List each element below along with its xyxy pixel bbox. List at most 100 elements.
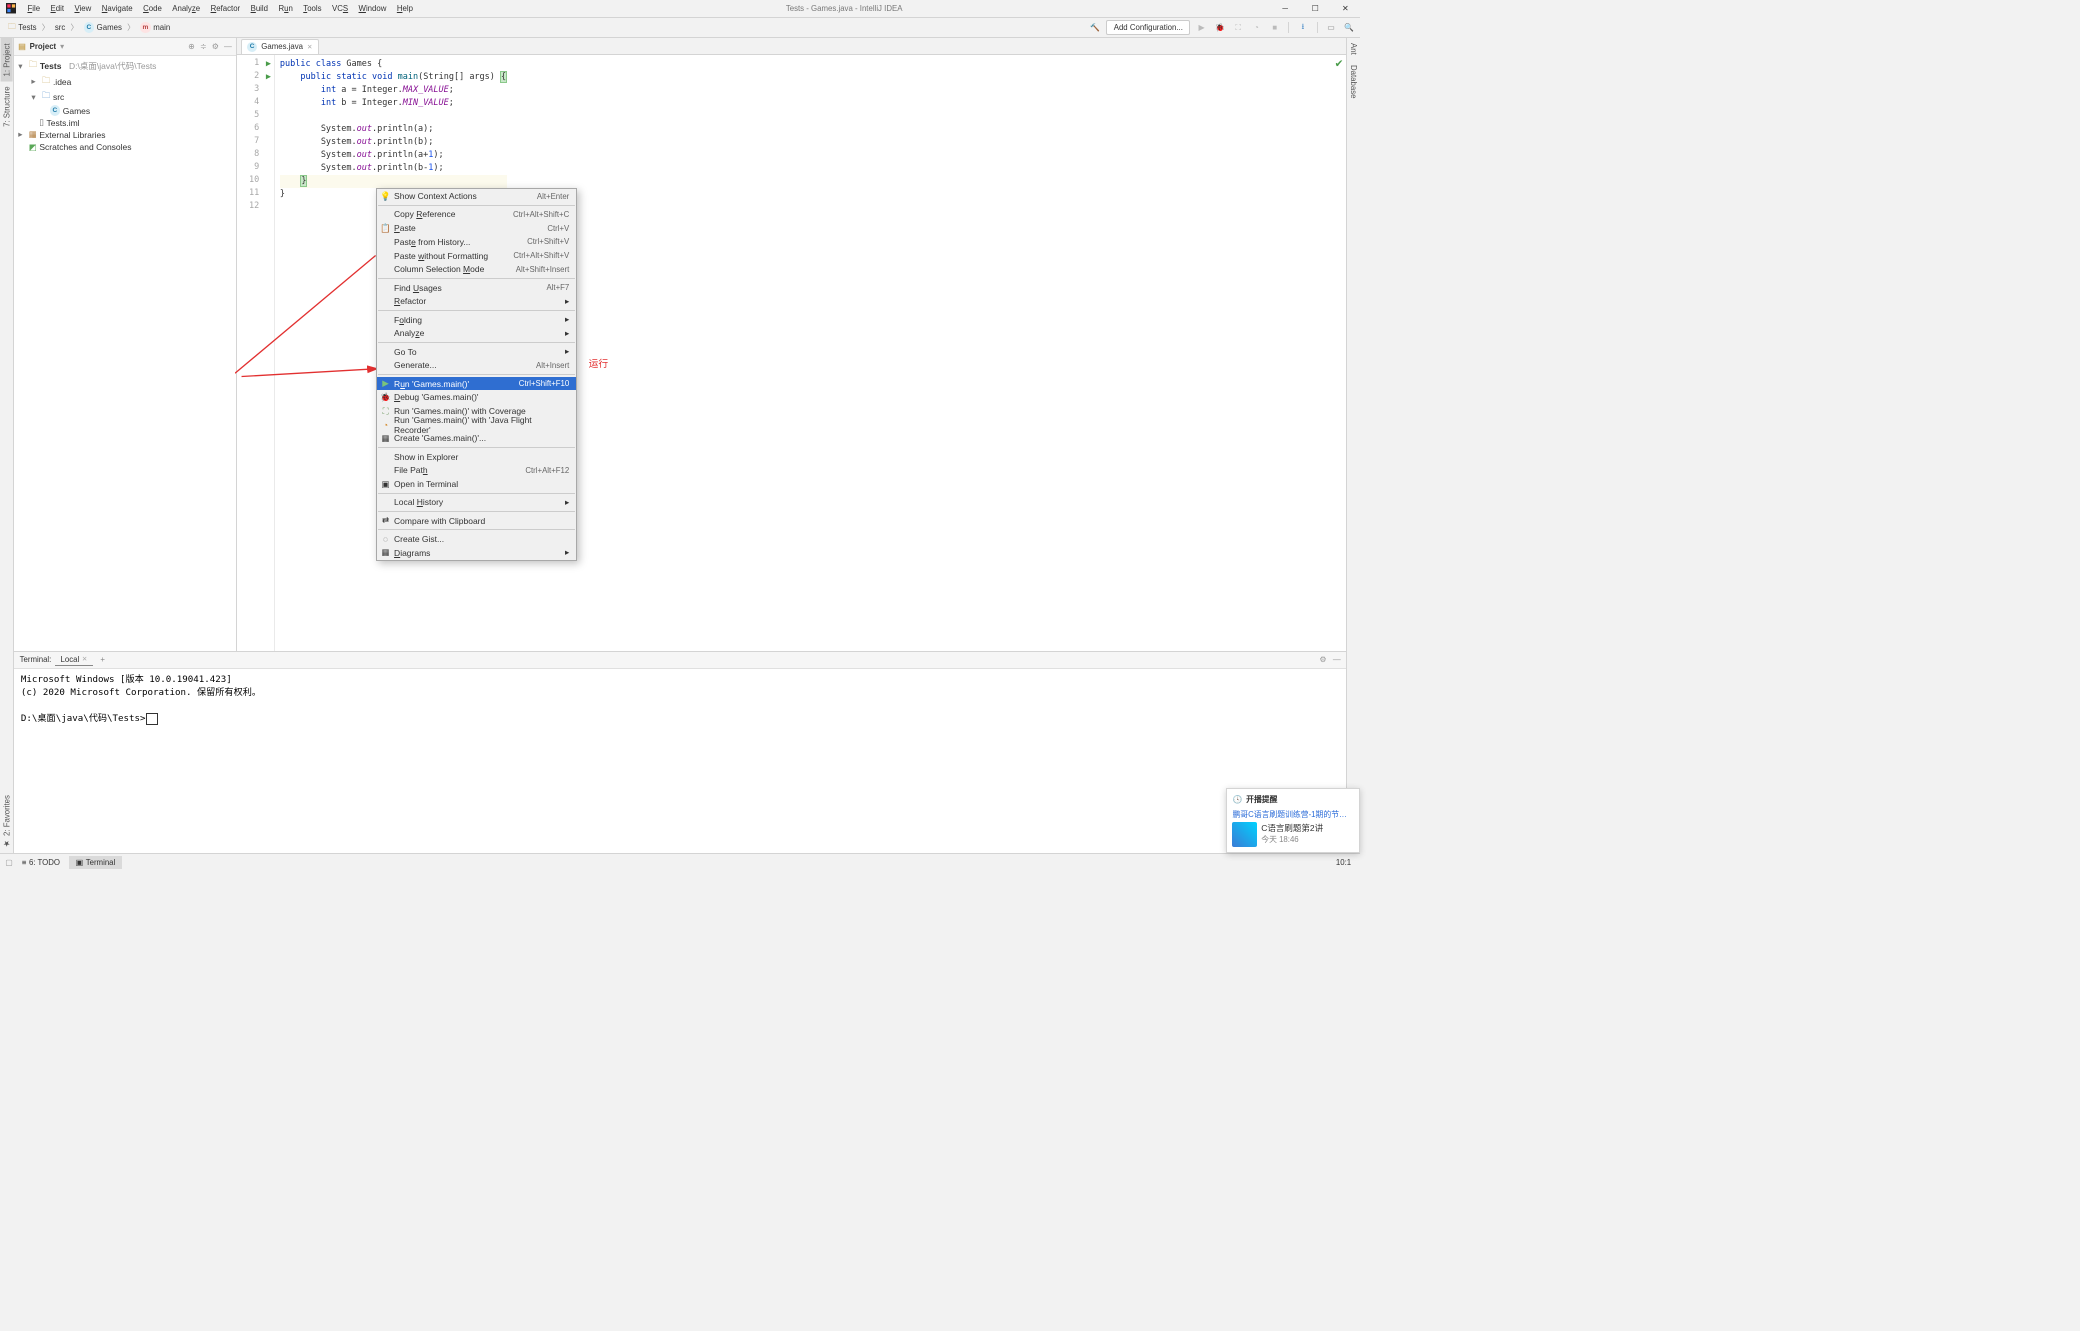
- run-gutter-icon[interactable]: ▶: [266, 59, 271, 69]
- stop-button[interactable]: ■: [1268, 20, 1282, 34]
- rail-project[interactable]: 1: Project: [1, 38, 13, 82]
- project-panel-header: ▤Project ▾ ⊕ ≑ ⚙ —: [14, 38, 235, 56]
- main-area: 1: Project 7: Structure ★ 2: Favorites ▤…: [0, 38, 1360, 854]
- target-icon[interactable]: ⊕: [188, 42, 195, 51]
- cm-find-usages[interactable]: Find UsagesAlt+F7: [377, 281, 576, 295]
- menu-code[interactable]: Code: [138, 2, 167, 16]
- cm-copy-reference[interactable]: Copy ReferenceCtrl+Alt+Shift+C: [377, 208, 576, 222]
- menu-view[interactable]: View: [69, 2, 96, 16]
- toast-title: C语言刷题第2讲: [1261, 822, 1323, 834]
- cm-debug[interactable]: 🐞Debug 'Games.main()': [377, 390, 576, 404]
- crumb-src[interactable]: src: [51, 22, 69, 34]
- cm-analyze[interactable]: Analyze▸: [377, 326, 576, 340]
- crumb-class[interactable]: CGames: [80, 21, 126, 34]
- vcs-button[interactable]: ⭳: [1296, 20, 1310, 34]
- ide-settings-icon[interactable]: ▭: [1324, 20, 1338, 34]
- tree-scratch[interactable]: ◩Scratches and Consoles: [14, 141, 235, 153]
- menu-build[interactable]: Build: [245, 2, 273, 16]
- hide-icon[interactable]: —: [224, 42, 232, 51]
- tree-iml[interactable]: ▯Tests.iml: [14, 116, 235, 128]
- cm-file-path[interactable]: File PathCtrl+Alt+F12: [377, 464, 576, 478]
- cm-show-explorer[interactable]: Show in Explorer: [377, 450, 576, 464]
- cm-refactor[interactable]: Refactor▸: [377, 294, 576, 308]
- tree-games-class[interactable]: CGames: [14, 105, 235, 117]
- menu-vcs[interactable]: VCS: [327, 2, 354, 16]
- menu-window[interactable]: Window: [353, 2, 391, 16]
- gear-icon[interactable]: ⚙: [1319, 655, 1326, 664]
- tree-ext-lib[interactable]: ▸▦External Libraries: [14, 129, 235, 141]
- cm-local-history[interactable]: Local History▸: [377, 496, 576, 510]
- rail-structure[interactable]: 7: Structure: [1, 81, 13, 132]
- menu-run[interactable]: Run: [273, 2, 298, 16]
- terminal-tab-local[interactable]: Local✕: [55, 653, 92, 666]
- settings-icon[interactable]: ⚙: [212, 42, 219, 51]
- rail-ant[interactable]: Ant: [1348, 38, 1360, 60]
- maximize-button[interactable]: ☐: [1300, 0, 1330, 18]
- rail-favorites[interactable]: ★ 2: Favorites: [1, 790, 13, 853]
- coverage-button[interactable]: ⛶: [1231, 20, 1245, 34]
- project-tree[interactable]: ▾🗀Tests D:\桌面\java\代码\Tests ▸🗀.idea ▾🗀sr…: [14, 56, 235, 156]
- add-configuration-dropdown[interactable]: Add Configuration...: [1106, 20, 1190, 36]
- close-tab-icon[interactable]: ✕: [307, 43, 312, 51]
- tool-window-icon[interactable]: ▢: [5, 858, 12, 867]
- debug-button[interactable]: 🐞: [1213, 20, 1227, 34]
- editor-tab-label: Games.java: [261, 42, 303, 51]
- collapse-icon[interactable]: ≑: [200, 42, 207, 51]
- cm-paste[interactable]: 📋PasteCtrl+V: [377, 221, 576, 235]
- paste-icon: 📋: [380, 223, 390, 234]
- profile-button[interactable]: ◔: [1249, 20, 1263, 34]
- cm-paste-plain[interactable]: Paste without FormattingCtrl+Alt+Shift+V: [377, 249, 576, 263]
- tree-idea[interactable]: ▸🗀.idea: [14, 74, 235, 89]
- menu-navigate[interactable]: Navigate: [97, 2, 138, 16]
- run-gutter-icon[interactable]: ▶: [266, 72, 271, 82]
- cm-create-config[interactable]: ▦Create 'Games.main()'...: [377, 432, 576, 446]
- cm-run[interactable]: ▶Run 'Games.main()'Ctrl+Shift+F10: [377, 377, 576, 391]
- cm-jfr[interactable]: ◔Run 'Games.main()' with 'Java Flight Re…: [377, 418, 576, 432]
- cm-compare-clipboard[interactable]: ⇄Compare with Clipboard: [377, 514, 576, 528]
- diff-icon: ⇄: [380, 515, 390, 526]
- terminal-output[interactable]: Microsoft Windows [版本 10.0.19041.423] (c…: [14, 669, 1346, 854]
- editor-tabs: C Games.java ✕: [237, 38, 1346, 55]
- cm-diagrams[interactable]: ▦Diagrams▸: [377, 546, 576, 560]
- run-button[interactable]: ▶: [1194, 20, 1208, 34]
- inspection-ok-icon: ✔: [1335, 58, 1344, 70]
- search-everywhere-icon[interactable]: 🔍: [1342, 20, 1356, 34]
- tree-root[interactable]: ▾🗀Tests D:\桌面\java\代码\Tests: [14, 59, 235, 74]
- menu-file[interactable]: File: [22, 2, 45, 16]
- cm-folding[interactable]: Folding▸: [377, 313, 576, 327]
- minimize-button[interactable]: ─: [1270, 0, 1300, 18]
- cm-column-selection[interactable]: Column Selection ModeAlt+Shift+Insert: [377, 262, 576, 276]
- menu-refactor[interactable]: Refactor: [205, 2, 245, 16]
- bb-terminal[interactable]: ▣ Terminal: [69, 856, 122, 869]
- cm-create-gist[interactable]: ◌Create Gist...: [377, 532, 576, 546]
- bb-todo[interactable]: ≡ 6: TODO: [15, 856, 66, 869]
- project-panel-title: Project: [30, 42, 57, 51]
- cm-open-terminal[interactable]: ▣Open in Terminal: [377, 477, 576, 491]
- cm-show-actions[interactable]: 💡Show Context ActionsAlt+Enter: [377, 189, 576, 203]
- menu-help[interactable]: Help: [392, 2, 419, 16]
- cm-generate[interactable]: Generate...Alt+Insert: [377, 358, 576, 372]
- bulb-icon: 💡: [380, 191, 390, 202]
- rail-database[interactable]: Database: [1348, 60, 1360, 104]
- separator-icon: 〉: [42, 22, 50, 33]
- notification-toast[interactable]: 🕓开播提醒 鹏哥C语言刷题训练营-1期的节目开播了 C语言刷题第2讲 今天 18…: [1226, 788, 1360, 854]
- add-terminal-button[interactable]: +: [100, 655, 105, 664]
- toast-link[interactable]: 鹏哥C语言刷题训练营-1期的节目开播了: [1232, 809, 1354, 820]
- context-menu: 💡Show Context ActionsAlt+Enter Copy Refe…: [376, 188, 577, 560]
- menu-edit[interactable]: Edit: [45, 2, 69, 16]
- class-icon: C: [50, 105, 60, 115]
- tree-src[interactable]: ▾🗀src: [14, 89, 235, 104]
- cm-goto[interactable]: Go To▸: [377, 345, 576, 359]
- build-button[interactable]: 🔨: [1088, 20, 1102, 34]
- cm-paste-history[interactable]: Paste from History...Ctrl+Shift+V: [377, 235, 576, 249]
- hide-icon[interactable]: —: [1333, 655, 1341, 664]
- crumb-project[interactable]: 🗀Tests: [4, 20, 41, 36]
- crumb-method[interactable]: mmain: [136, 21, 174, 34]
- editor-tab-games[interactable]: C Games.java ✕: [241, 39, 319, 54]
- cursor-position: 10:1: [1336, 858, 1351, 867]
- close-icon[interactable]: ✕: [82, 655, 87, 663]
- main-menu: File Edit View Navigate Code Analyze Ref…: [22, 2, 418, 16]
- close-button[interactable]: ✕: [1330, 0, 1360, 18]
- menu-analyze[interactable]: Analyze: [167, 2, 205, 16]
- menu-tools[interactable]: Tools: [298, 2, 327, 16]
